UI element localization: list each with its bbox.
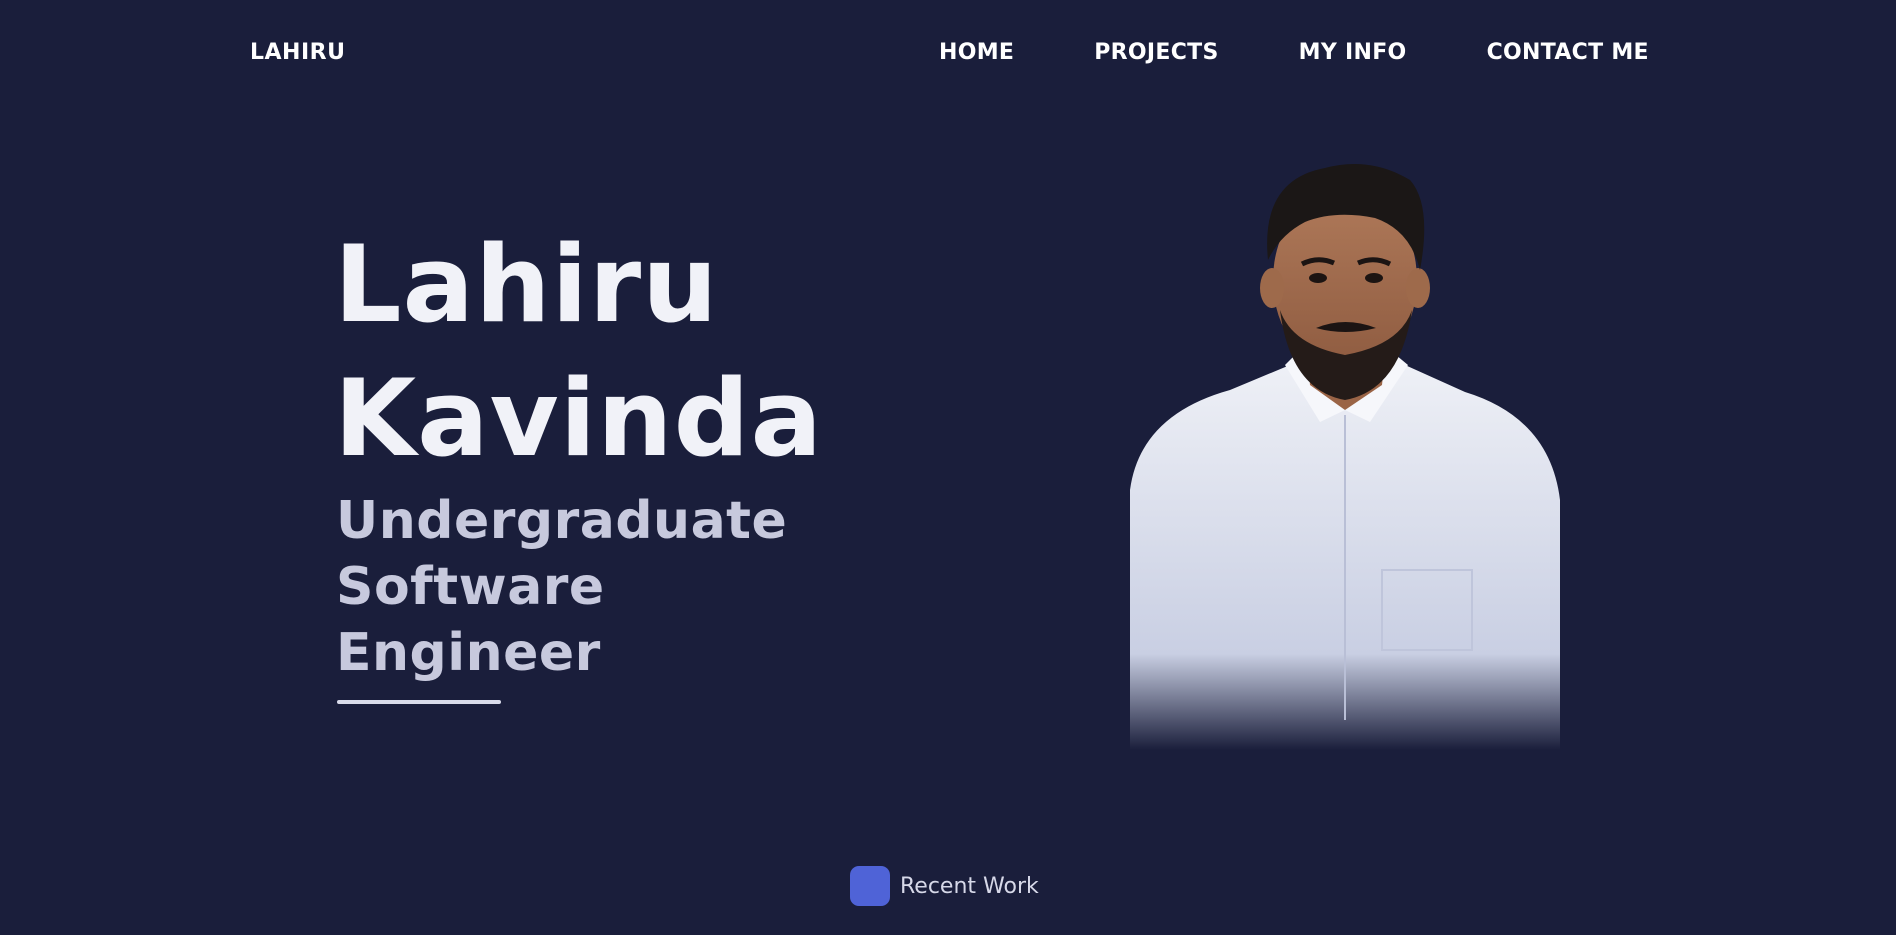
hero-role-line-2: Software [336, 557, 605, 617]
nav-home-link[interactable]: HOME [939, 40, 1014, 65]
site-logo[interactable]: LAHIRU [250, 40, 345, 65]
nav-contact-me-link[interactable]: CONTACT ME [1487, 40, 1649, 65]
hero-last-name: Kavinda [334, 357, 823, 480]
nav-projects-link[interactable]: PROJECTS [1094, 40, 1218, 65]
hero-role-line-3: Engineer [336, 623, 601, 683]
main-nav: HOME PROJECTS MY INFO CONTACT ME [939, 40, 1649, 65]
hero-underline [337, 700, 501, 704]
profile-photo-illustration [1130, 164, 1560, 750]
recent-work-link[interactable]: Recent Work [850, 866, 1039, 906]
profile-photo [1120, 160, 1570, 750]
hero-role: Undergraduate Software Engineer [336, 488, 787, 686]
nav-my-info-link[interactable]: MY INFO [1299, 40, 1407, 65]
hero-role-line-1: Undergraduate [336, 491, 788, 551]
hero-name: Lahiru Kavinda [334, 218, 823, 486]
hero-first-name: Lahiru [334, 223, 719, 346]
recent-work-label: Recent Work [900, 873, 1039, 899]
recent-work-square-icon [850, 866, 890, 906]
portfolio-page: LAHIRU HOME PROJECTS MY INFO CONTACT ME … [0, 0, 1896, 935]
